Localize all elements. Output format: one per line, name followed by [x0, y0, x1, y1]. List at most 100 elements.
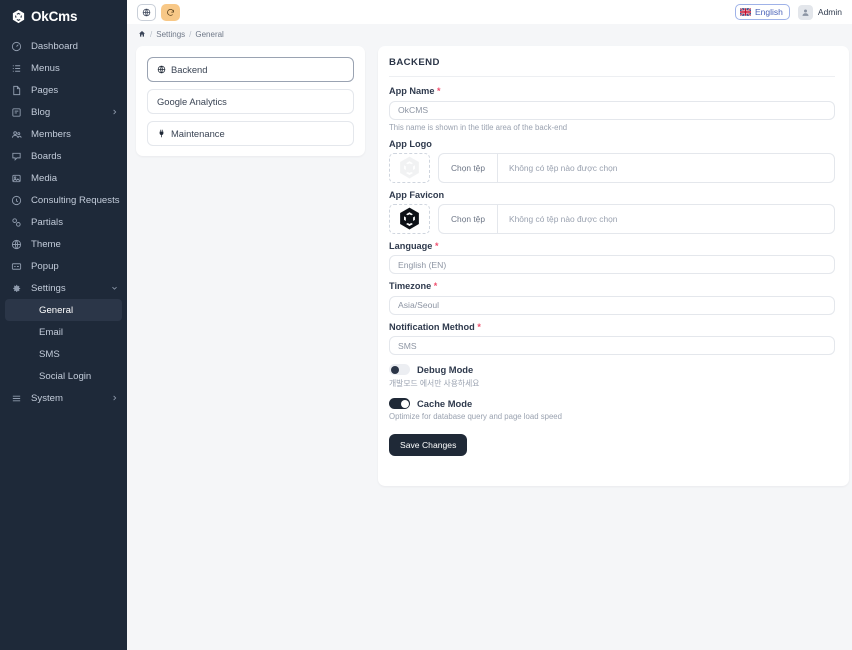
notification-method-label-text: Notification Method [389, 321, 475, 332]
sidebar-item-label: Boards [31, 150, 62, 162]
topbar-left-buttons [137, 3, 180, 21]
sidebar-item-sms[interactable]: SMS [5, 343, 122, 365]
notification-method-input[interactable] [389, 336, 835, 355]
refresh-icon [166, 8, 175, 17]
app-logo-choose-file-button[interactable]: Chọn tệp [439, 153, 498, 182]
app-favicon-label: App Favicon [389, 189, 445, 200]
app-logo-file-input[interactable]: Chọn tệp Không có tệp nào được chọn [438, 152, 835, 183]
blog-icon [11, 107, 22, 118]
sidebar-item-boards[interactable]: Boards [0, 145, 127, 167]
sidebar-item-media[interactable]: Media [0, 167, 127, 189]
breadcrumb-item-general[interactable]: General [195, 30, 223, 39]
sidebar-item-label: Members [31, 128, 71, 140]
language-switcher-button[interactable]: English [735, 4, 790, 20]
sidebar-item-partials[interactable]: Partials [0, 211, 127, 233]
menus-icon [11, 63, 22, 74]
cache-mode-help: Optimize for database query and page loa… [389, 412, 562, 421]
globe-icon [157, 65, 166, 74]
field-app-name: App Name * This name is shown in the tit… [389, 86, 835, 132]
field-cache-mode: Cache Mode Optimize for database query a… [389, 398, 835, 421]
user-menu[interactable]: Admin [797, 4, 842, 20]
sidebar-nav: Dashboard Menus Pages Blog Members Board… [0, 32, 127, 409]
required-marker: * [477, 321, 481, 332]
sidebar-item-theme[interactable]: Theme [0, 233, 127, 255]
sidebar-item-settings[interactable]: Settings [0, 277, 127, 299]
plug-icon [157, 129, 166, 138]
app-name-label: App Name * [389, 86, 835, 96]
sidebar-item-dashboard[interactable]: Dashboard [0, 35, 127, 57]
brand[interactable]: OkCms [0, 0, 127, 32]
pages-icon [11, 85, 22, 96]
view-site-button[interactable] [137, 3, 156, 21]
sidebar-item-system[interactable]: System [0, 387, 127, 409]
save-changes-button[interactable]: Save Changes [389, 434, 468, 456]
sidebar-item-email[interactable]: Email [5, 321, 122, 343]
app-name-label-text: App Name [389, 86, 435, 96]
settings-group-backend[interactable]: Backend [147, 57, 354, 82]
breadcrumb-item-settings[interactable]: Settings [156, 30, 185, 39]
timezone-input[interactable] [389, 295, 835, 315]
sidebar-item-social-login[interactable]: Social Login [5, 365, 122, 387]
home-icon[interactable] [138, 30, 146, 38]
topbar-right: English Admin [735, 4, 842, 20]
topbar: English Admin [127, 0, 852, 24]
theme-icon [11, 239, 22, 250]
settings-group-label: Maintenance [171, 128, 225, 139]
language-input[interactable] [389, 255, 835, 274]
user-name: Admin [817, 7, 842, 17]
sidebar-item-blog[interactable]: Blog [0, 101, 127, 123]
sidebar-item-members[interactable]: Members [0, 123, 127, 145]
boards-icon [11, 151, 22, 162]
sidebar-subitem-label: General [39, 304, 74, 316]
app-favicon-preview [389, 203, 430, 234]
sidebar-item-label: Theme [31, 238, 61, 250]
field-timezone: Timezone * [389, 281, 835, 315]
clear-cache-button[interactable] [161, 3, 180, 21]
app-logo-preview [389, 152, 430, 183]
sidebar: OkCms Dashboard Menus Pages Blog Members… [0, 0, 127, 650]
sidebar-item-label: Dashboard [31, 40, 78, 52]
cache-mode-toggle[interactable] [389, 398, 410, 409]
settings-group-label: Backend [171, 64, 208, 75]
content-area: Backend Google Analytics Maintenance BAC… [127, 44, 852, 650]
sidebar-item-menus[interactable]: Menus [0, 57, 127, 79]
sidebar-item-label: Partials [31, 216, 63, 228]
okcms-logo-icon [397, 206, 422, 231]
system-icon [11, 393, 22, 404]
app-logo-file-name: Không có tệp nào được chọn [509, 162, 618, 173]
debug-mode-toggle[interactable] [389, 364, 410, 375]
user-avatar-icon [801, 8, 810, 17]
sidebar-item-label: Settings [31, 282, 66, 294]
sidebar-item-general[interactable]: General [5, 299, 122, 321]
app-favicon-file-name: Không có tệp nào được chọn [509, 213, 618, 224]
uk-flag-icon [740, 8, 752, 16]
app-favicon-file-input[interactable]: Chọn tệp Không có tệp nào được chọn [438, 203, 835, 234]
language-label: Language * [389, 241, 835, 251]
toggle-knob [390, 365, 399, 374]
required-marker: * [434, 240, 439, 251]
language-label-text: Language [389, 240, 433, 251]
field-language: Language * [389, 241, 835, 274]
breadcrumb-separator: / [189, 29, 192, 39]
settings-group-maintenance[interactable]: Maintenance [147, 121, 354, 146]
app-name-input[interactable] [389, 100, 835, 120]
settings-form-card: BACKEND App Name * This name is shown in… [378, 46, 849, 486]
sidebar-item-consulting-requests[interactable]: Consulting Requests [0, 189, 127, 211]
sidebar-item-pages[interactable]: Pages [0, 79, 127, 101]
sidebar-subitem-label: Social Login [39, 370, 92, 382]
okcms-logo-icon [397, 155, 422, 180]
brand-name: OkCms [31, 8, 78, 24]
breadcrumb-separator: / [150, 29, 153, 39]
field-app-favicon: App Favicon Chọn tệp Không có tệp nào đư… [389, 190, 835, 234]
popup-icon [11, 261, 22, 272]
sidebar-item-popup[interactable]: Popup [0, 255, 127, 277]
app-favicon-choose-file-button[interactable]: Chọn tệp [439, 204, 498, 233]
field-debug-mode: Debug Mode 개발모드 에서만 사용하세요 [389, 364, 835, 389]
settings-group-card: Backend Google Analytics Maintenance [136, 46, 365, 156]
partials-icon [11, 217, 22, 228]
debug-mode-row: Debug Mode [389, 364, 835, 375]
timezone-label: Timezone * [389, 281, 835, 291]
sidebar-item-label: Blog [31, 106, 51, 118]
globe-icon [142, 8, 151, 17]
settings-group-google-analytics[interactable]: Google Analytics [147, 89, 354, 114]
